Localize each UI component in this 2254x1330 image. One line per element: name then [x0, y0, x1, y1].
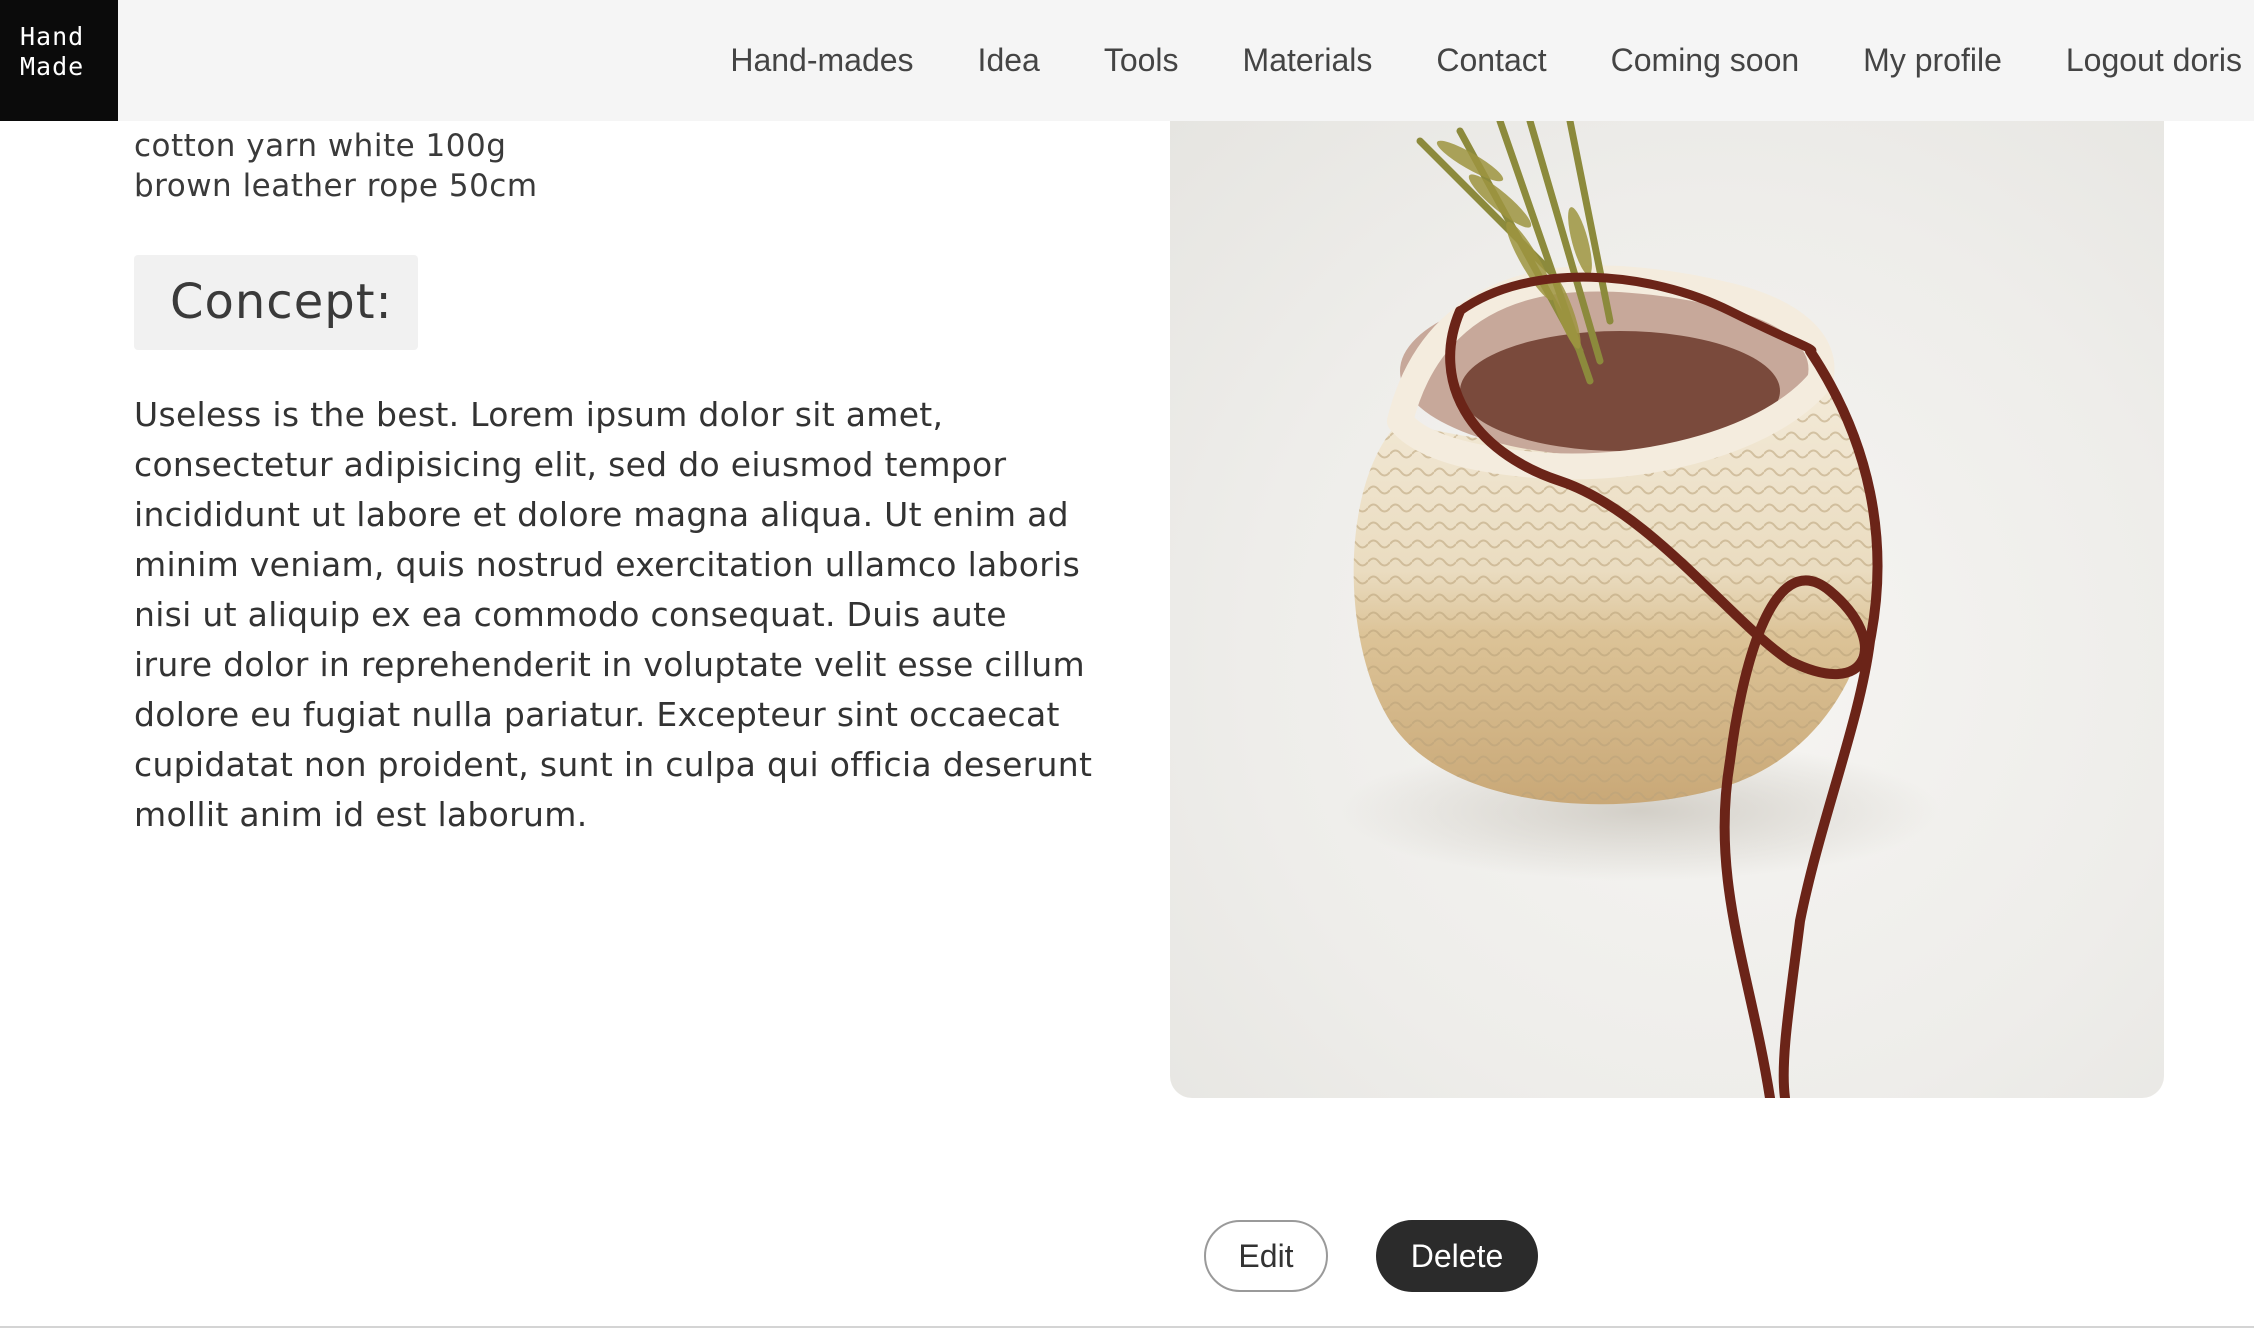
delete-button[interactable]: Delete: [1376, 1220, 1538, 1292]
concept-text: Useless is the best. Lorem ipsum dolor s…: [134, 395, 1093, 834]
product-photo: [1170, 121, 2164, 1098]
crochet-basket-image: [1340, 121, 1940, 1098]
nav-contact[interactable]: Contact: [1436, 42, 1546, 79]
nav-coming-soon[interactable]: Coming soon: [1611, 42, 1800, 79]
footer-divider: [0, 1326, 2254, 1328]
logo-line-2: Made: [20, 52, 85, 81]
material-item: cotton yarn white 100g: [134, 128, 507, 164]
logo-line-1: Hand: [20, 22, 85, 51]
edit-button[interactable]: Edit: [1204, 1220, 1328, 1292]
materials-list: cotton yarn white 100g brown leather rop…: [134, 126, 538, 206]
nav-tools[interactable]: Tools: [1104, 42, 1179, 79]
material-item: brown leather rope 50cm: [134, 168, 538, 204]
main-nav: Hand-mades Idea Tools Materials Contact …: [666, 0, 2242, 121]
nav-my-profile[interactable]: My profile: [1863, 42, 2002, 79]
handmade-logo[interactable]: Hand Made: [0, 0, 118, 121]
nav-idea[interactable]: Idea: [978, 42, 1040, 79]
nav-materials[interactable]: Materials: [1243, 42, 1373, 79]
nav-logout[interactable]: Logout doris: [2066, 42, 2242, 79]
concept-heading: Concept:: [134, 255, 418, 350]
site-header: Hand Made Hand-mades Idea Tools Material…: [0, 0, 2254, 121]
nav-hand-mades[interactable]: Hand-mades: [730, 42, 913, 79]
